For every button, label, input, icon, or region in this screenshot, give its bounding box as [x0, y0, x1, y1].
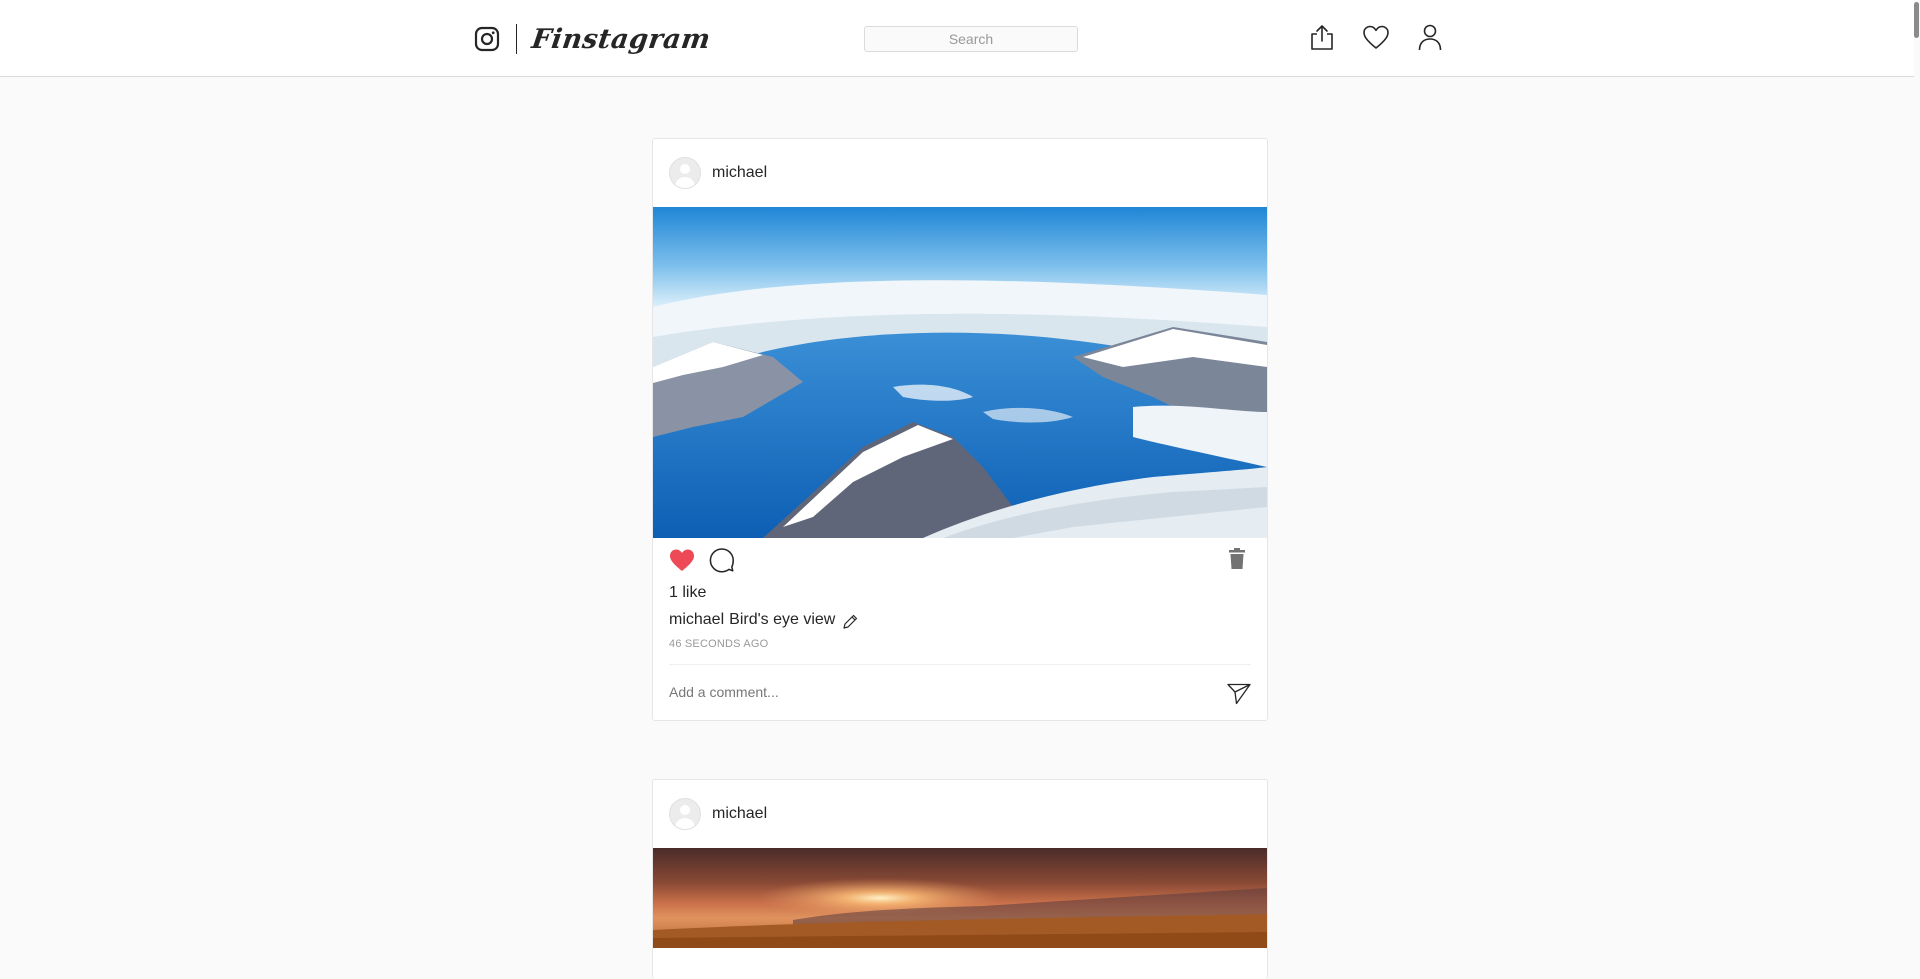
instagram-logo-icon	[474, 26, 500, 52]
post-actions	[653, 538, 1267, 580]
upload-icon	[1309, 23, 1335, 56]
like-button[interactable]	[669, 548, 695, 572]
upload-button[interactable]	[1308, 24, 1336, 54]
heart-icon	[1362, 24, 1390, 55]
avatar[interactable]	[669, 157, 701, 189]
brand[interactable]: Finstagram	[474, 20, 713, 58]
post-image[interactable]	[653, 207, 1267, 538]
comment-input[interactable]	[669, 681, 1169, 703]
post-username[interactable]: michael	[712, 164, 767, 182]
like-count: 1 like	[669, 584, 707, 601]
search-input[interactable]	[864, 26, 1078, 52]
profile-icon	[1417, 23, 1443, 56]
top-navbar: Finstagram	[0, 0, 1914, 77]
caption-text: Bird's eye view	[729, 611, 836, 628]
profile-button[interactable]	[1416, 24, 1444, 54]
scrollbar-thumb[interactable]	[1914, 2, 1919, 38]
nav-icons	[1308, 24, 1444, 54]
post-header: michael	[653, 780, 1267, 848]
brand-divider	[516, 24, 517, 54]
avatar[interactable]	[669, 798, 701, 830]
post-username[interactable]: michael	[712, 805, 767, 823]
comment-button[interactable]	[709, 548, 735, 574]
pencil-icon	[842, 612, 858, 629]
post-card: michael	[652, 779, 1268, 979]
scrollbar[interactable]	[1914, 0, 1920, 940]
post-timestamp: 46 SECONDS AGO	[669, 638, 769, 650]
post-header: michael	[653, 139, 1267, 207]
post-card: michael	[652, 138, 1268, 721]
comment-form	[669, 664, 1251, 720]
activity-button[interactable]	[1362, 24, 1390, 54]
edit-caption-button[interactable]	[842, 612, 858, 629]
post-caption: michael Bird's eye view	[653, 606, 1267, 634]
app-wordmark: Finstagram	[529, 23, 713, 55]
caption-username[interactable]: michael	[669, 606, 724, 634]
post-image[interactable]	[653, 848, 1267, 948]
send-comment-button[interactable]	[1227, 683, 1251, 705]
delete-button[interactable]	[1229, 548, 1245, 570]
